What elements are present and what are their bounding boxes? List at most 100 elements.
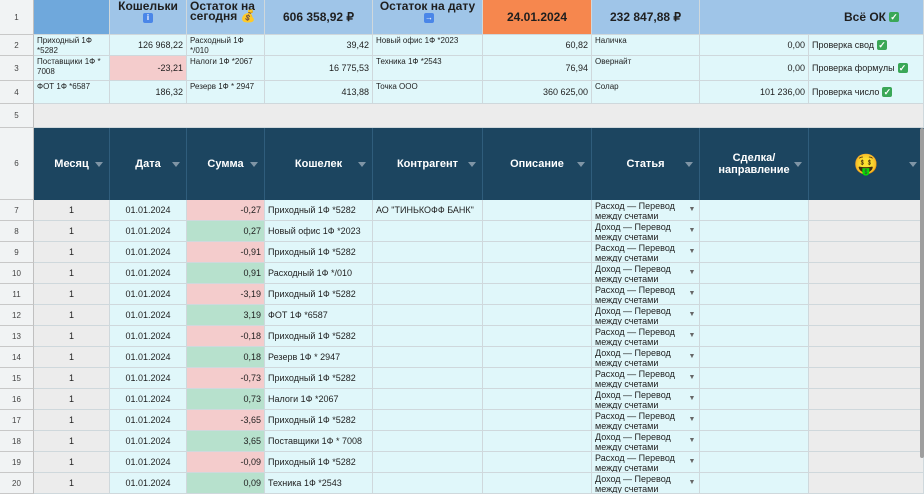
deal-cell[interactable] (700, 305, 809, 326)
arrow-right-icon[interactable]: → (424, 13, 434, 23)
article-cell[interactable]: Доход — Перевод между счетами ▼ (592, 221, 700, 242)
amount-cell[interactable]: 3,19 (187, 305, 265, 326)
article-cell[interactable]: Доход — Перевод между счетами ▼ (592, 263, 700, 284)
extra-cell[interactable] (809, 368, 924, 389)
wallet-name-cell[interactable]: Новый офис 1Ф *2023 (373, 35, 483, 56)
row-number[interactable]: 12 (0, 305, 34, 326)
column-header[interactable]: Описание (483, 128, 592, 200)
date-cell[interactable]: 01.01.2024 (110, 368, 187, 389)
wallet-cell[interactable]: Приходный 1Ф *5282 (265, 410, 373, 431)
counterparty-cell[interactable] (373, 347, 483, 368)
article-cell[interactable]: Доход — Перевод между счетами ▼ (592, 305, 700, 326)
wallet-balance-cell[interactable]: 360 625,00 (483, 81, 592, 104)
wallet-name-cell[interactable]: Налоги 1Ф *2067 (187, 56, 265, 81)
wallet-cell[interactable]: Техника 1Ф *2543 (265, 473, 373, 494)
article-cell[interactable]: Доход — Перевод между счетами ▼ (592, 347, 700, 368)
wallet-balance-cell[interactable]: 0,00 (700, 56, 809, 81)
wallet-name-cell[interactable]: Техника 1Ф *2543 (373, 56, 483, 81)
extra-cell[interactable] (809, 242, 924, 263)
description-cell[interactable] (483, 389, 592, 410)
check-cell[interactable]: Проверка число ✓ (809, 81, 924, 104)
counterparty-cell[interactable] (373, 410, 483, 431)
filter-icon[interactable] (794, 162, 802, 167)
checkbox-checked-icon[interactable]: ✓ (882, 87, 893, 97)
wallet-balance-cell[interactable]: 60,82 (483, 35, 592, 56)
article-cell[interactable]: Расход — Перевод между счетами ▼ (592, 368, 700, 389)
row-number[interactable]: 6 (0, 128, 34, 200)
wallet-cell[interactable]: Приходный 1Ф *5282 (265, 368, 373, 389)
row-number[interactable]: 16 (0, 389, 34, 410)
chevron-down-icon[interactable]: ▼ (687, 352, 697, 362)
article-cell[interactable]: Доход — Перевод между счетами ▼ (592, 431, 700, 452)
extra-cell[interactable] (809, 263, 924, 284)
chevron-down-icon[interactable]: ▼ (687, 436, 697, 446)
wallet-name-cell[interactable]: Поставщики 1Ф * 7008 (34, 56, 110, 81)
description-cell[interactable] (483, 200, 592, 221)
deal-cell[interactable] (700, 431, 809, 452)
month-cell[interactable]: 1 (34, 221, 110, 242)
article-cell[interactable]: Доход — Перевод между счетами ▼ (592, 389, 700, 410)
deal-cell[interactable] (700, 284, 809, 305)
row-number[interactable]: 2 (0, 35, 34, 56)
counterparty-cell[interactable] (373, 242, 483, 263)
chevron-down-icon[interactable]: ▼ (687, 247, 697, 257)
chevron-down-icon[interactable]: ▼ (687, 394, 697, 404)
row-number[interactable]: 5 (0, 104, 34, 128)
month-cell[interactable]: 1 (34, 431, 110, 452)
wallet-balance-cell[interactable]: 413,88 (265, 81, 373, 104)
deal-cell[interactable] (700, 347, 809, 368)
row-number[interactable]: 19 (0, 452, 34, 473)
month-cell[interactable]: 1 (34, 452, 110, 473)
chevron-down-icon[interactable]: ▼ (687, 310, 697, 320)
wallet-cell[interactable]: Резерв 1Ф * 2947 (265, 347, 373, 368)
description-cell[interactable] (483, 347, 592, 368)
description-cell[interactable] (483, 368, 592, 389)
article-cell[interactable]: Расход — Перевод между счетами ▼ (592, 452, 700, 473)
wallet-balance-cell[interactable]: 16 775,53 (265, 56, 373, 81)
date-cell[interactable]: 01.01.2024 (110, 347, 187, 368)
amount-cell[interactable]: 0,91 (187, 263, 265, 284)
description-cell[interactable] (483, 473, 592, 494)
counterparty-cell[interactable] (373, 473, 483, 494)
row-number[interactable]: 18 (0, 431, 34, 452)
chevron-down-icon[interactable]: ▼ (687, 415, 697, 425)
description-cell[interactable] (483, 431, 592, 452)
row-number[interactable]: 10 (0, 263, 34, 284)
amount-cell[interactable]: -0,27 (187, 200, 265, 221)
check-cell[interactable]: Проверка формулы ✓ (809, 56, 924, 81)
month-cell[interactable]: 1 (34, 284, 110, 305)
extra-cell[interactable] (809, 326, 924, 347)
extra-cell[interactable] (809, 410, 924, 431)
row-number[interactable]: 15 (0, 368, 34, 389)
article-cell[interactable]: Расход — Перевод между счетами ▼ (592, 326, 700, 347)
row-number[interactable]: 7 (0, 200, 34, 221)
filter-icon[interactable] (909, 162, 917, 167)
counterparty-cell[interactable] (373, 452, 483, 473)
chevron-down-icon[interactable]: ▼ (687, 289, 697, 299)
filter-icon[interactable] (685, 162, 693, 167)
date-cell[interactable]: 01.01.2024 (110, 263, 187, 284)
counterparty-cell[interactable] (373, 221, 483, 242)
row-number[interactable]: 20 (0, 473, 34, 494)
description-cell[interactable] (483, 263, 592, 284)
description-cell[interactable] (483, 221, 592, 242)
deal-cell[interactable] (700, 410, 809, 431)
amount-cell[interactable]: 0,73 (187, 389, 265, 410)
article-cell[interactable]: Расход — Перевод между счетами ▼ (592, 410, 700, 431)
wallet-cell[interactable]: Приходный 1Ф *5282 (265, 200, 373, 221)
deal-cell[interactable] (700, 389, 809, 410)
date-cell[interactable]: 01.01.2024 (110, 242, 187, 263)
deal-cell[interactable] (700, 452, 809, 473)
counterparty-cell[interactable] (373, 431, 483, 452)
wallet-name-cell[interactable]: Приходный 1Ф *5282 (34, 35, 110, 56)
deal-cell[interactable] (700, 326, 809, 347)
date-cell[interactable]: 01.01.2024 (110, 305, 187, 326)
row-number[interactable]: 1 (0, 0, 34, 35)
row-number[interactable]: 9 (0, 242, 34, 263)
wallet-cell[interactable]: Приходный 1Ф *5282 (265, 242, 373, 263)
wallet-name-cell[interactable]: Точка ООО (373, 81, 483, 104)
wallet-name-cell[interactable]: Резерв 1Ф * 2947 (187, 81, 265, 104)
chevron-down-icon[interactable]: ▼ (687, 226, 697, 236)
extra-cell[interactable] (809, 305, 924, 326)
wallet-balance-cell[interactable]: 0,00 (700, 35, 809, 56)
